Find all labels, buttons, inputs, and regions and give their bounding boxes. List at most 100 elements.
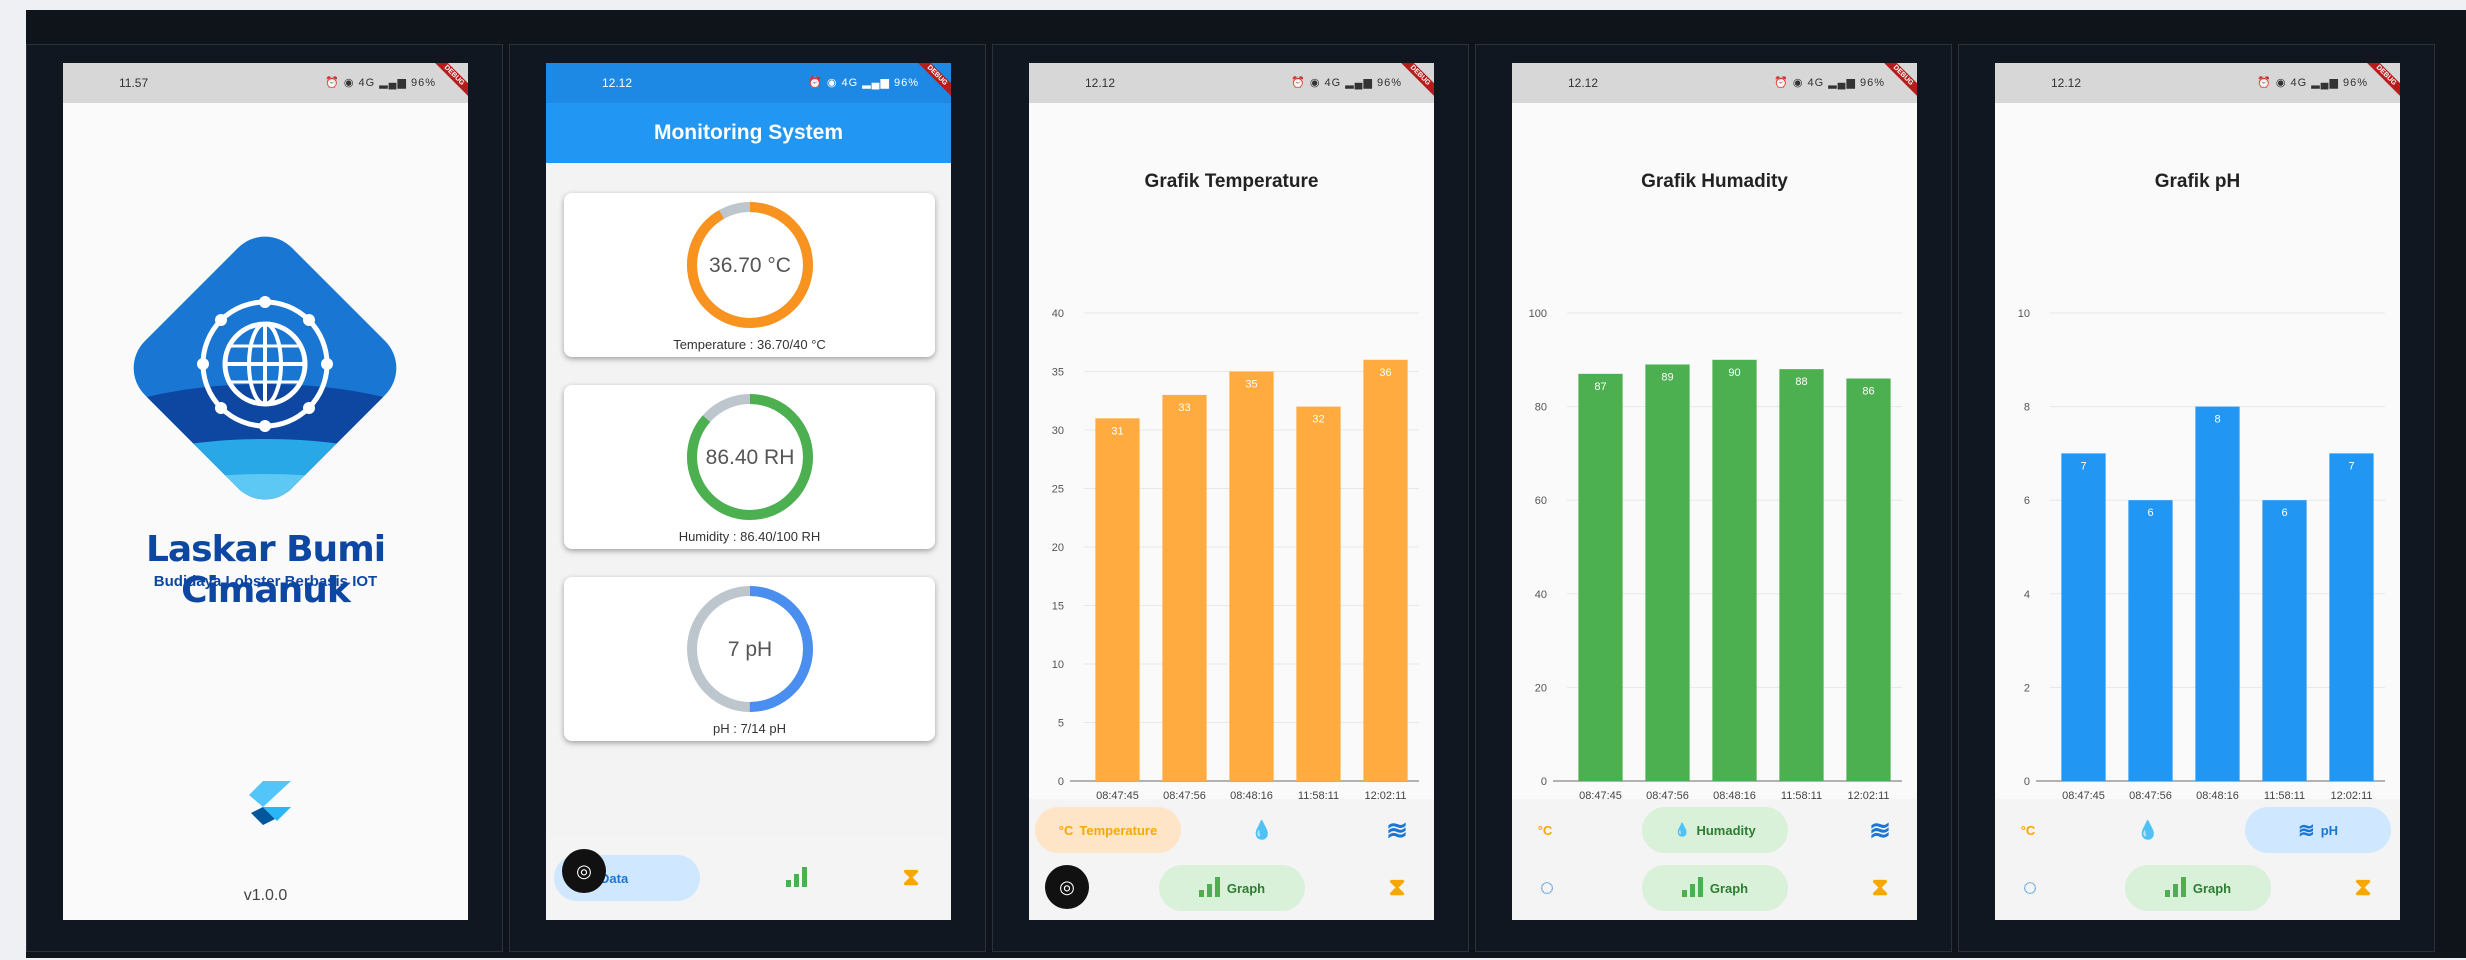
bar — [1712, 359, 1757, 781]
gauge-card: 86.40 RH Humidity : 86.40/100 RH — [564, 385, 935, 549]
tab-temperature-label: Temperature — [1079, 822, 1158, 838]
graph-bottom-navigation: °C 💧 Humadity ≋ ◌ Graph ⧗ — [1512, 799, 1917, 920]
bar — [1296, 406, 1341, 781]
bar-value-label: 89 — [1661, 371, 1673, 383]
water-waves-icon: ≋ — [1869, 814, 1891, 845]
gauge-card: 7 pH pH : 7/14 pH — [564, 577, 935, 741]
bar-value-label: 7 — [2348, 460, 2354, 472]
splash-panel: 11.57 ⏰ ◉ 4G ▂▄▆ 96% DEBUG Laskar Bumi C… — [26, 44, 503, 952]
temperature-graph-screen: 12.12 ⏰ ◉ 4G ▂▄▆ 96% DEBUG Grafik Temperatu… — [1029, 63, 1434, 920]
bar-chart-icon — [786, 866, 808, 890]
loading-circle-icon: ◌ — [2022, 874, 2038, 901]
bar-value-label: 6 — [2147, 507, 2153, 519]
status-time: 12.12 — [1568, 76, 1599, 90]
y-tick-label: 0 — [2024, 776, 2030, 788]
tab-humidity[interactable]: 💧 — [2125, 807, 2171, 853]
gauge-ring: 86.40 RH — [687, 394, 813, 520]
y-tick-label: 15 — [1052, 601, 1064, 613]
nav-graph-tab[interactable]: Graph — [1642, 865, 1788, 911]
celsius-icon: °C — [2020, 822, 2036, 838]
celsius-icon: °C — [1537, 822, 1553, 838]
celsius-icon: °C — [1058, 822, 1074, 838]
splash-screen: 11.57 ⏰ ◉ 4G ▂▄▆ 96% DEBUG Laskar Bumi C… — [63, 63, 468, 920]
humidity-graph-screen: 12.12 ⏰ ◉ 4G ▂▄▆ 96% DEBUG Grafik Humadity 0… — [1512, 63, 1917, 920]
bottom-navigation: Data ◎ ⧗ — [546, 837, 951, 920]
water-waves-icon: ≋ — [2297, 819, 2315, 842]
y-tick-label: 25 — [1052, 484, 1064, 496]
bar — [1095, 418, 1140, 781]
nav-data-tab[interactable]: ◌ — [1524, 865, 1570, 911]
bar — [1363, 359, 1408, 781]
tab-temperature[interactable]: °C — [2005, 807, 2051, 853]
status-bar: 12.12 ⏰ ◉ 4G ▂▄▆ 96% DEBUG — [546, 63, 951, 105]
bar — [1846, 378, 1891, 781]
status-time: 12.12 — [2051, 76, 2082, 90]
gauge-value: 7 pH — [728, 638, 772, 661]
bar-chart-icon — [2164, 876, 2187, 900]
bar-value-label: 90 — [1728, 367, 1740, 379]
bar-value-label: 86 — [1862, 386, 1874, 398]
nav-graph-tab[interactable]: Graph — [1159, 865, 1305, 911]
y-tick-label: 80 — [1535, 402, 1547, 414]
nav-history-tab[interactable]: ⧗ — [1374, 865, 1420, 911]
tab-humidity-label: Humadity — [1696, 822, 1756, 838]
nav-graph-tab[interactable]: Graph — [2125, 865, 2271, 911]
temperature-graph-panel: 12.12 ⏰ ◉ 4G ▂▄▆ 96% DEBUG Grafik Temperatu… — [992, 44, 1469, 952]
hourglass-icon: ⧗ — [902, 864, 920, 891]
bar — [2061, 453, 2106, 781]
water-drop-icon: 💧 — [1674, 822, 1691, 837]
graph-bottom-navigation: °C Temperature 💧 ≋ ◎ Graph ⧗ — [1029, 799, 1434, 920]
graph-bottom-navigation: °C 💧 ≋ pH ◌ Graph ⧗ — [1995, 799, 2400, 920]
bar-chart: 05101520253035403108:47:453308:47:563508… — [1052, 308, 1419, 802]
gauge-ring: 7 pH — [687, 586, 813, 712]
ph-graph-screen: 12.12 ⏰ ◉ 4G ▂▄▆ 96% DEBUG Grafik pH 0 2 4 6 8 10… — [1995, 63, 2400, 920]
y-tick-label: 6 — [2024, 495, 2030, 507]
status-icons: ⏰ ◉ 4G ▂▄▆ 96% — [325, 77, 436, 89]
bar-chart: 0246810708:47:45608:47:56808:48:16611:58… — [2018, 308, 2385, 802]
bar-value-label: 31 — [1111, 425, 1123, 437]
y-tick-label: 40 — [1052, 308, 1064, 320]
tab-temperature[interactable]: °C — [1522, 807, 1568, 853]
tab-temperature[interactable]: °C Temperature — [1035, 807, 1181, 853]
y-tick-label: 5 — [1058, 718, 1064, 730]
bar-value-label: 8 — [2214, 414, 2220, 426]
chart-title: Grafik Temperature — [1144, 171, 1319, 192]
gauge-label: Humidity : 86.40/100 RH — [678, 529, 821, 544]
chart-title: Grafik pH — [2154, 171, 2241, 192]
app-bar-title: Monitoring System — [653, 121, 843, 144]
bar-value-label: 32 — [1312, 414, 1324, 426]
aperture-icon: ◎ — [1059, 877, 1075, 897]
tab-ph[interactable]: ≋ — [1374, 807, 1420, 853]
bar-value-label: 35 — [1245, 379, 1257, 391]
hourglass-icon: ⧗ — [2354, 874, 2372, 901]
gauge-value: 86.40 RH — [706, 446, 795, 469]
bar — [1578, 373, 1623, 781]
bar-chart-icon — [1681, 876, 1704, 900]
bar — [2195, 406, 2240, 781]
y-tick-label: 2 — [2024, 682, 2030, 694]
humidity-graph-panel: 12.12 ⏰ ◉ 4G ▂▄▆ 96% DEBUG Grafik Humadity 0… — [1475, 44, 1952, 952]
status-bar: 12.12 ⏰ ◉ 4G ▂▄▆ 96% DEBUG — [1512, 63, 1917, 105]
screenshot-fab[interactable]: ◎ — [562, 849, 606, 893]
y-tick-label: 8 — [2024, 402, 2030, 414]
hourglass-icon: ⧗ — [1388, 874, 1406, 901]
app-bar: Monitoring System — [546, 103, 951, 163]
nav-history-tab[interactable]: ⧗ — [886, 855, 936, 901]
y-tick-label: 30 — [1052, 425, 1064, 437]
nav-history-tab[interactable]: ⧗ — [1857, 865, 1903, 911]
nav-graph-tab[interactable] — [772, 855, 822, 901]
y-tick-label: 0 — [1541, 776, 1547, 788]
status-icons: ⏰ ◉ 4G ▂▄▆ 96% — [1291, 77, 1402, 89]
nav-history-tab[interactable]: ⧗ — [2340, 865, 2386, 911]
tab-ph[interactable]: ≋ — [1857, 807, 1903, 853]
tab-ph[interactable]: ≋ pH — [2245, 807, 2391, 853]
bar — [1229, 371, 1274, 781]
tab-humidity[interactable]: 💧 Humadity — [1642, 807, 1788, 853]
app-logo — [117, 229, 413, 516]
bar-value-label: 87 — [1594, 381, 1606, 393]
screenshot-fab[interactable]: ◎ — [1045, 865, 1089, 909]
tab-humidity[interactable]: 💧 — [1239, 807, 1285, 853]
gauge-ring: 36.70 °C — [687, 202, 813, 328]
y-tick-label: 20 — [1052, 542, 1064, 554]
nav-data-tab[interactable]: ◌ — [2007, 865, 2053, 911]
